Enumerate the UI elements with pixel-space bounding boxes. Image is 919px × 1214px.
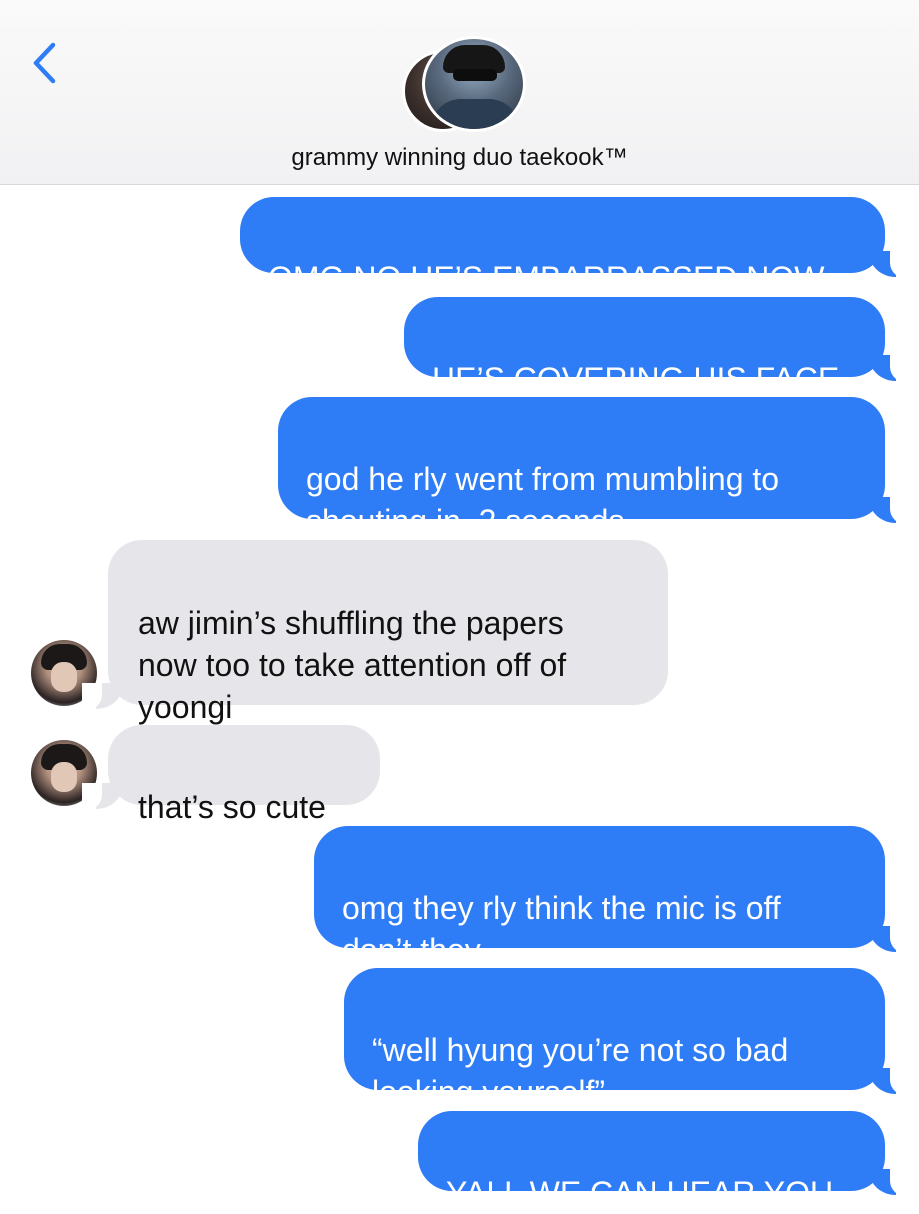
sent-message-bubble[interactable]: OMG NO HE’S EMBARRASSED NOW xyxy=(240,197,885,296)
member-avatar xyxy=(422,36,526,132)
conversation-title[interactable]: grammy winning duo taekook™ xyxy=(0,144,919,172)
bubble-tail xyxy=(870,355,910,383)
message-text: that’s so cute xyxy=(138,789,326,825)
bubble-tail xyxy=(870,497,910,525)
message-text: HE’S COVERING HIS FACE xyxy=(432,361,840,397)
chevron-left-icon xyxy=(33,42,56,84)
sent-message-bubble[interactable]: “well hyung you’re not so bad looking yo… xyxy=(344,968,885,1110)
message-text: “well hyung you’re not so bad looking yo… xyxy=(372,1032,789,1110)
bubble-tail xyxy=(82,683,122,711)
message-text: omg they rly think the mic is off don’t … xyxy=(342,890,781,968)
sent-message-bubble[interactable]: omg they rly think the mic is off don’t … xyxy=(314,826,885,968)
bubble-tail xyxy=(82,783,122,811)
message-text: aw jimin’s shuffling the papers now too … xyxy=(138,605,567,725)
sent-message-bubble[interactable]: HE’S COVERING HIS FACE xyxy=(404,297,885,397)
message-text: OMG NO HE’S EMBARRASSED NOW xyxy=(268,260,825,296)
sent-message-bubble[interactable]: god he rly went from mumbling to shoutin… xyxy=(278,397,885,539)
received-message-bubble[interactable]: aw jimin’s shuffling the papers now too … xyxy=(108,540,668,725)
bubble-tail xyxy=(870,1068,910,1096)
message-text: YALL WE CAN HEAR YOU xyxy=(446,1175,834,1211)
conversation-header: grammy winning duo taekook™ xyxy=(0,0,919,185)
back-button[interactable] xyxy=(22,38,66,88)
group-avatar[interactable] xyxy=(400,36,526,132)
bubble-tail xyxy=(870,926,910,954)
sent-message-bubble[interactable]: YALL WE CAN HEAR YOU xyxy=(418,1111,885,1211)
bubble-tail xyxy=(870,1169,910,1197)
message-text: god he rly went from mumbling to shoutin… xyxy=(306,461,780,539)
bubble-tail xyxy=(870,251,910,279)
received-message-bubble[interactable]: that’s so cute xyxy=(108,725,380,825)
